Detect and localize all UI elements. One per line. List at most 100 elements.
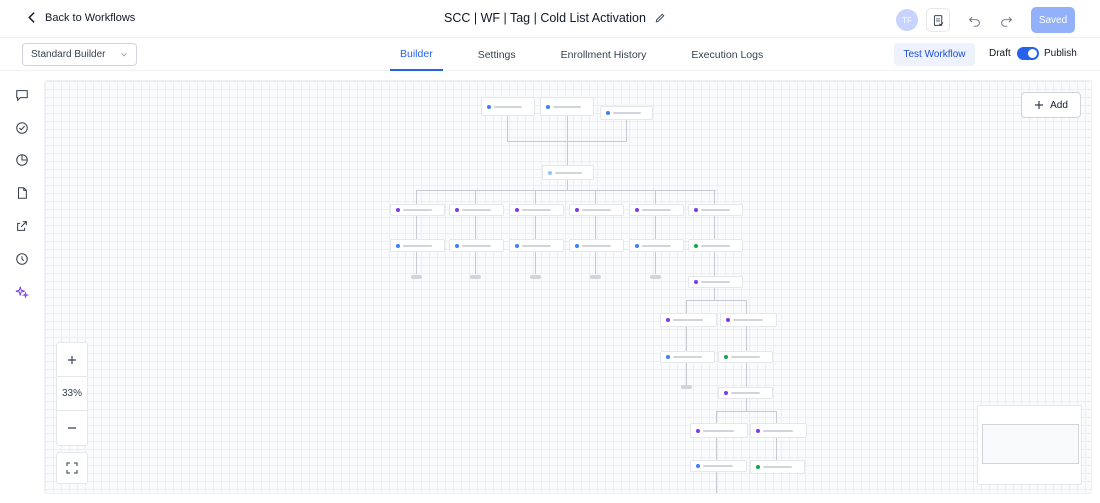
test-workflow-button[interactable]: Test Workflow bbox=[894, 43, 975, 66]
external-link-icon bbox=[16, 220, 27, 231]
node-status-icon bbox=[606, 111, 610, 115]
node-text-placeholder bbox=[763, 429, 793, 432]
wait-node[interactable] bbox=[688, 276, 743, 288]
connector-line bbox=[714, 216, 715, 239]
branch-node[interactable] bbox=[569, 204, 624, 216]
undo-icon bbox=[968, 16, 980, 27]
node-text-placeholder bbox=[462, 209, 491, 211]
action-node[interactable] bbox=[750, 460, 805, 474]
saved-button[interactable]: Saved bbox=[1031, 7, 1075, 33]
sidebar-item-checks[interactable] bbox=[13, 119, 30, 136]
action-node[interactable] bbox=[509, 239, 564, 252]
connector-line bbox=[595, 190, 596, 204]
publish-label: Publish bbox=[1044, 48, 1077, 59]
minimap[interactable] bbox=[977, 405, 1082, 485]
node-status-icon bbox=[635, 243, 639, 248]
plus-icon bbox=[1035, 101, 1044, 109]
node-status-icon bbox=[696, 428, 700, 433]
node-status-icon bbox=[694, 208, 698, 212]
node-status-icon bbox=[575, 208, 579, 212]
branch-node[interactable] bbox=[690, 423, 748, 438]
back-to-workflows-link[interactable]: Back to Workflows bbox=[26, 11, 135, 24]
undo-button[interactable] bbox=[962, 8, 986, 32]
notes-button[interactable] bbox=[926, 8, 950, 32]
sidebar-item-external[interactable] bbox=[13, 217, 30, 234]
node-text-placeholder bbox=[703, 429, 734, 432]
connector-line bbox=[475, 252, 476, 274]
branch-node[interactable] bbox=[720, 313, 777, 327]
tab-enrollment-history[interactable]: Enrollment History bbox=[551, 38, 657, 71]
pencil-icon[interactable] bbox=[654, 12, 666, 24]
redo-button[interactable] bbox=[994, 8, 1018, 32]
action-node[interactable] bbox=[449, 239, 504, 252]
node-text-placeholder bbox=[731, 392, 760, 394]
sidebar-item-history[interactable] bbox=[13, 250, 30, 267]
end-marker bbox=[650, 275, 661, 279]
node-status-icon bbox=[666, 318, 670, 322]
minimap-viewport[interactable] bbox=[982, 424, 1079, 464]
connector-line bbox=[776, 411, 777, 423]
zoom-out-button[interactable] bbox=[57, 411, 87, 445]
node-text-placeholder bbox=[403, 244, 432, 247]
action-node[interactable] bbox=[690, 460, 747, 472]
tab-execution-logs[interactable]: Execution Logs bbox=[681, 38, 773, 71]
sidebar-item-documents[interactable] bbox=[13, 184, 30, 201]
sidebar-item-ai[interactable] bbox=[13, 283, 30, 300]
node-text-placeholder bbox=[731, 356, 760, 358]
wait-node[interactable] bbox=[718, 387, 773, 399]
action-node[interactable] bbox=[688, 239, 743, 252]
connector-line bbox=[746, 327, 747, 351]
add-trigger-node[interactable] bbox=[600, 106, 653, 120]
sidebar-item-analytics[interactable] bbox=[13, 151, 30, 168]
workflow-title-text: SCC | WF | Tag | Cold List Activation bbox=[444, 11, 646, 25]
clock-history-icon bbox=[15, 252, 28, 265]
node-text-placeholder bbox=[642, 209, 671, 211]
action-node[interactable] bbox=[569, 239, 624, 252]
connector-line bbox=[746, 399, 747, 411]
connector-line bbox=[746, 300, 747, 313]
node-text-placeholder bbox=[582, 209, 611, 211]
trigger-node[interactable] bbox=[540, 97, 594, 116]
branch-node[interactable] bbox=[449, 204, 504, 216]
workflow-canvas[interactable]: Add 33% bbox=[44, 80, 1092, 494]
node-text-placeholder bbox=[673, 356, 702, 358]
node-text-placeholder bbox=[701, 281, 730, 283]
zoom-in-button[interactable] bbox=[57, 343, 87, 377]
action-node[interactable] bbox=[660, 351, 715, 363]
branch-node[interactable] bbox=[509, 204, 564, 216]
tab-builder[interactable]: Builder bbox=[390, 38, 443, 71]
avatar[interactable]: TF bbox=[896, 9, 918, 31]
condition-node[interactable] bbox=[542, 165, 594, 180]
connector-line bbox=[716, 411, 717, 423]
workflow-title: SCC | WF | Tag | Cold List Activation bbox=[444, 11, 666, 25]
node-text-placeholder bbox=[642, 244, 671, 247]
action-node[interactable] bbox=[390, 239, 445, 252]
node-text-placeholder bbox=[555, 171, 582, 174]
connector-line bbox=[595, 216, 596, 239]
builder-select[interactable]: Standard Builder bbox=[22, 43, 137, 66]
node-text-placeholder bbox=[673, 319, 703, 321]
node-status-icon bbox=[666, 355, 670, 359]
sidebar-item-comments[interactable] bbox=[13, 86, 30, 103]
trigger-node[interactable] bbox=[481, 97, 535, 116]
connector-line bbox=[475, 190, 476, 204]
action-node[interactable] bbox=[629, 239, 684, 252]
branch-node[interactable] bbox=[629, 204, 684, 216]
branch-node[interactable] bbox=[390, 204, 445, 216]
connector-line bbox=[716, 411, 776, 412]
fit-view-button[interactable] bbox=[56, 452, 88, 484]
branch-node[interactable] bbox=[688, 204, 743, 216]
connector-line bbox=[416, 190, 716, 191]
tab-settings[interactable]: Settings bbox=[468, 38, 526, 71]
branch-node[interactable] bbox=[750, 423, 807, 438]
connector-line bbox=[416, 190, 417, 204]
publish-toggle[interactable] bbox=[1017, 47, 1039, 60]
connector-line bbox=[535, 216, 536, 239]
check-circle-icon bbox=[15, 121, 28, 134]
connector-line bbox=[714, 288, 715, 300]
chevron-down-icon bbox=[121, 53, 127, 57]
connector-line bbox=[746, 363, 747, 387]
add-button[interactable]: Add bbox=[1021, 92, 1081, 118]
branch-node[interactable] bbox=[660, 313, 717, 327]
action-node[interactable] bbox=[718, 351, 773, 363]
